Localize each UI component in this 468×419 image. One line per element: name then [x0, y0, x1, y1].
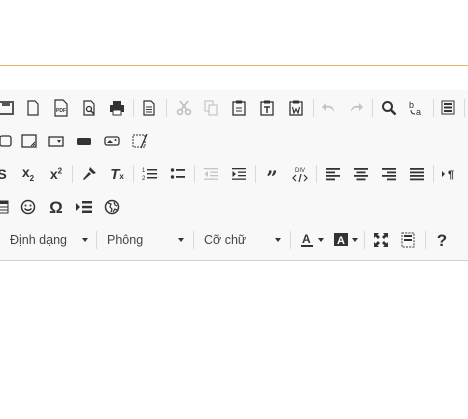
numbered-list-icon[interactable]: 12 [138, 162, 162, 186]
font-size-combo[interactable]: Cỡ chữ [204, 229, 281, 251]
text-color-button[interactable]: A [296, 228, 326, 252]
templates-icon[interactable] [137, 96, 161, 120]
text-color-icon: A [300, 232, 313, 247]
save-icon[interactable] [0, 96, 18, 120]
svg-text:b: b [409, 100, 414, 110]
separator [464, 99, 465, 117]
copy-icon[interactable] [199, 96, 223, 120]
svg-text:¶: ¶ [448, 169, 454, 181]
separator [133, 165, 134, 183]
format-combo[interactable]: Định dạng [10, 229, 88, 251]
subscript-icon[interactable]: x2 [16, 162, 40, 186]
paste-icon[interactable] [227, 96, 251, 120]
separator [194, 165, 195, 183]
new-page-icon[interactable] [21, 96, 45, 120]
pdf-label: PDF [56, 108, 66, 114]
chevron-down-icon [275, 238, 281, 242]
justify-icon[interactable] [405, 162, 429, 186]
separator [433, 165, 434, 183]
separator [133, 99, 134, 117]
indent-icon[interactable] [227, 162, 251, 186]
chevron-down-icon [351, 238, 358, 242]
export-pdf-icon[interactable]: PDF [49, 96, 73, 120]
select-all-icon[interactable] [437, 96, 461, 120]
separator [433, 99, 434, 117]
svg-text:1: 1 [142, 168, 146, 174]
text-direction-icon[interactable]: ¶ [438, 162, 462, 186]
chevron-down-icon [317, 238, 324, 242]
editor-top-border [0, 65, 468, 66]
separator [364, 231, 365, 249]
svg-text:2: 2 [142, 176, 146, 182]
toolbar-row-4: Ω [0, 191, 468, 224]
font-combo-label: Phông [107, 233, 144, 247]
separator [96, 231, 97, 249]
show-blocks-icon[interactable] [397, 228, 421, 252]
iframe-icon[interactable] [100, 195, 124, 219]
bg-color-icon: A [333, 233, 348, 247]
hidden-field-icon[interactable] [128, 129, 152, 153]
font-combo[interactable]: Phông [107, 229, 184, 251]
print-icon[interactable] [105, 96, 129, 120]
separator [193, 231, 194, 249]
find-icon[interactable] [377, 96, 401, 120]
bulleted-list-icon[interactable] [166, 162, 190, 186]
superscript-icon[interactable]: x2 [44, 162, 68, 186]
font-size-combo-label: Cỡ chữ [204, 233, 247, 247]
cut-icon[interactable] [172, 96, 196, 120]
remove-format-icon[interactable]: Tx [105, 162, 129, 186]
separator [425, 231, 426, 249]
paste-word-icon[interactable] [284, 96, 308, 120]
toolbar-row-5: Định dạng Phông Cỡ chữ A A ? [0, 224, 468, 257]
svg-text:A: A [302, 232, 311, 246]
toolbar-row-3: S x2 x2 Tx 12 ” DIV ¶ [0, 158, 468, 191]
separator [372, 99, 373, 117]
outdent-icon[interactable] [199, 162, 223, 186]
svg-text:A: A [337, 235, 345, 247]
copy-formatting-icon[interactable] [77, 162, 101, 186]
superscript-digit: 2 [57, 166, 63, 176]
table-icon[interactable] [0, 195, 13, 219]
maximize-icon[interactable] [369, 228, 393, 252]
editor-toolbar: PDF b a S x2 x2 Tx 1 2 ” DIV ¶ Ω Định dạ… [0, 90, 468, 261]
help-label: ? [436, 230, 448, 250]
help-icon[interactable]: ? [430, 228, 454, 252]
strikethrough-icon[interactable]: S [0, 162, 14, 186]
svg-text:a: a [416, 107, 421, 117]
blockquote-icon[interactable]: ” [260, 162, 284, 188]
toolbar-row-2 [0, 125, 468, 158]
smiley-icon[interactable] [16, 195, 40, 219]
separator [316, 165, 317, 183]
image-button-icon[interactable] [100, 129, 124, 153]
bg-color-button[interactable]: A [330, 228, 360, 252]
chevron-down-icon [82, 238, 88, 242]
separator [72, 165, 73, 183]
align-left-icon[interactable] [321, 162, 345, 186]
redo-icon[interactable] [344, 96, 368, 120]
separator [166, 99, 167, 117]
format-combo-label: Định dạng [10, 233, 67, 247]
special-char-icon[interactable]: Ω [44, 195, 68, 219]
toolbar-row-1: PDF b a [0, 92, 468, 125]
checkbox-icon[interactable] [0, 129, 18, 153]
undo-icon[interactable] [317, 96, 341, 120]
align-center-icon[interactable] [349, 162, 373, 186]
select-icon[interactable] [44, 129, 68, 153]
align-right-icon[interactable] [377, 162, 401, 186]
chevron-down-icon [178, 238, 184, 242]
separator [255, 165, 256, 183]
subscript-digit: 2 [29, 173, 35, 183]
textarea-icon[interactable] [17, 129, 41, 153]
div-label: DIV [295, 168, 305, 174]
separator [290, 231, 291, 249]
paste-text-icon[interactable] [255, 96, 279, 120]
button-icon[interactable] [72, 129, 96, 153]
replace-icon[interactable]: ba [405, 96, 429, 120]
separator [313, 99, 314, 117]
page-break-icon[interactable] [72, 195, 96, 219]
preview-icon[interactable] [77, 96, 101, 120]
create-div-icon[interactable]: DIV [288, 162, 312, 186]
